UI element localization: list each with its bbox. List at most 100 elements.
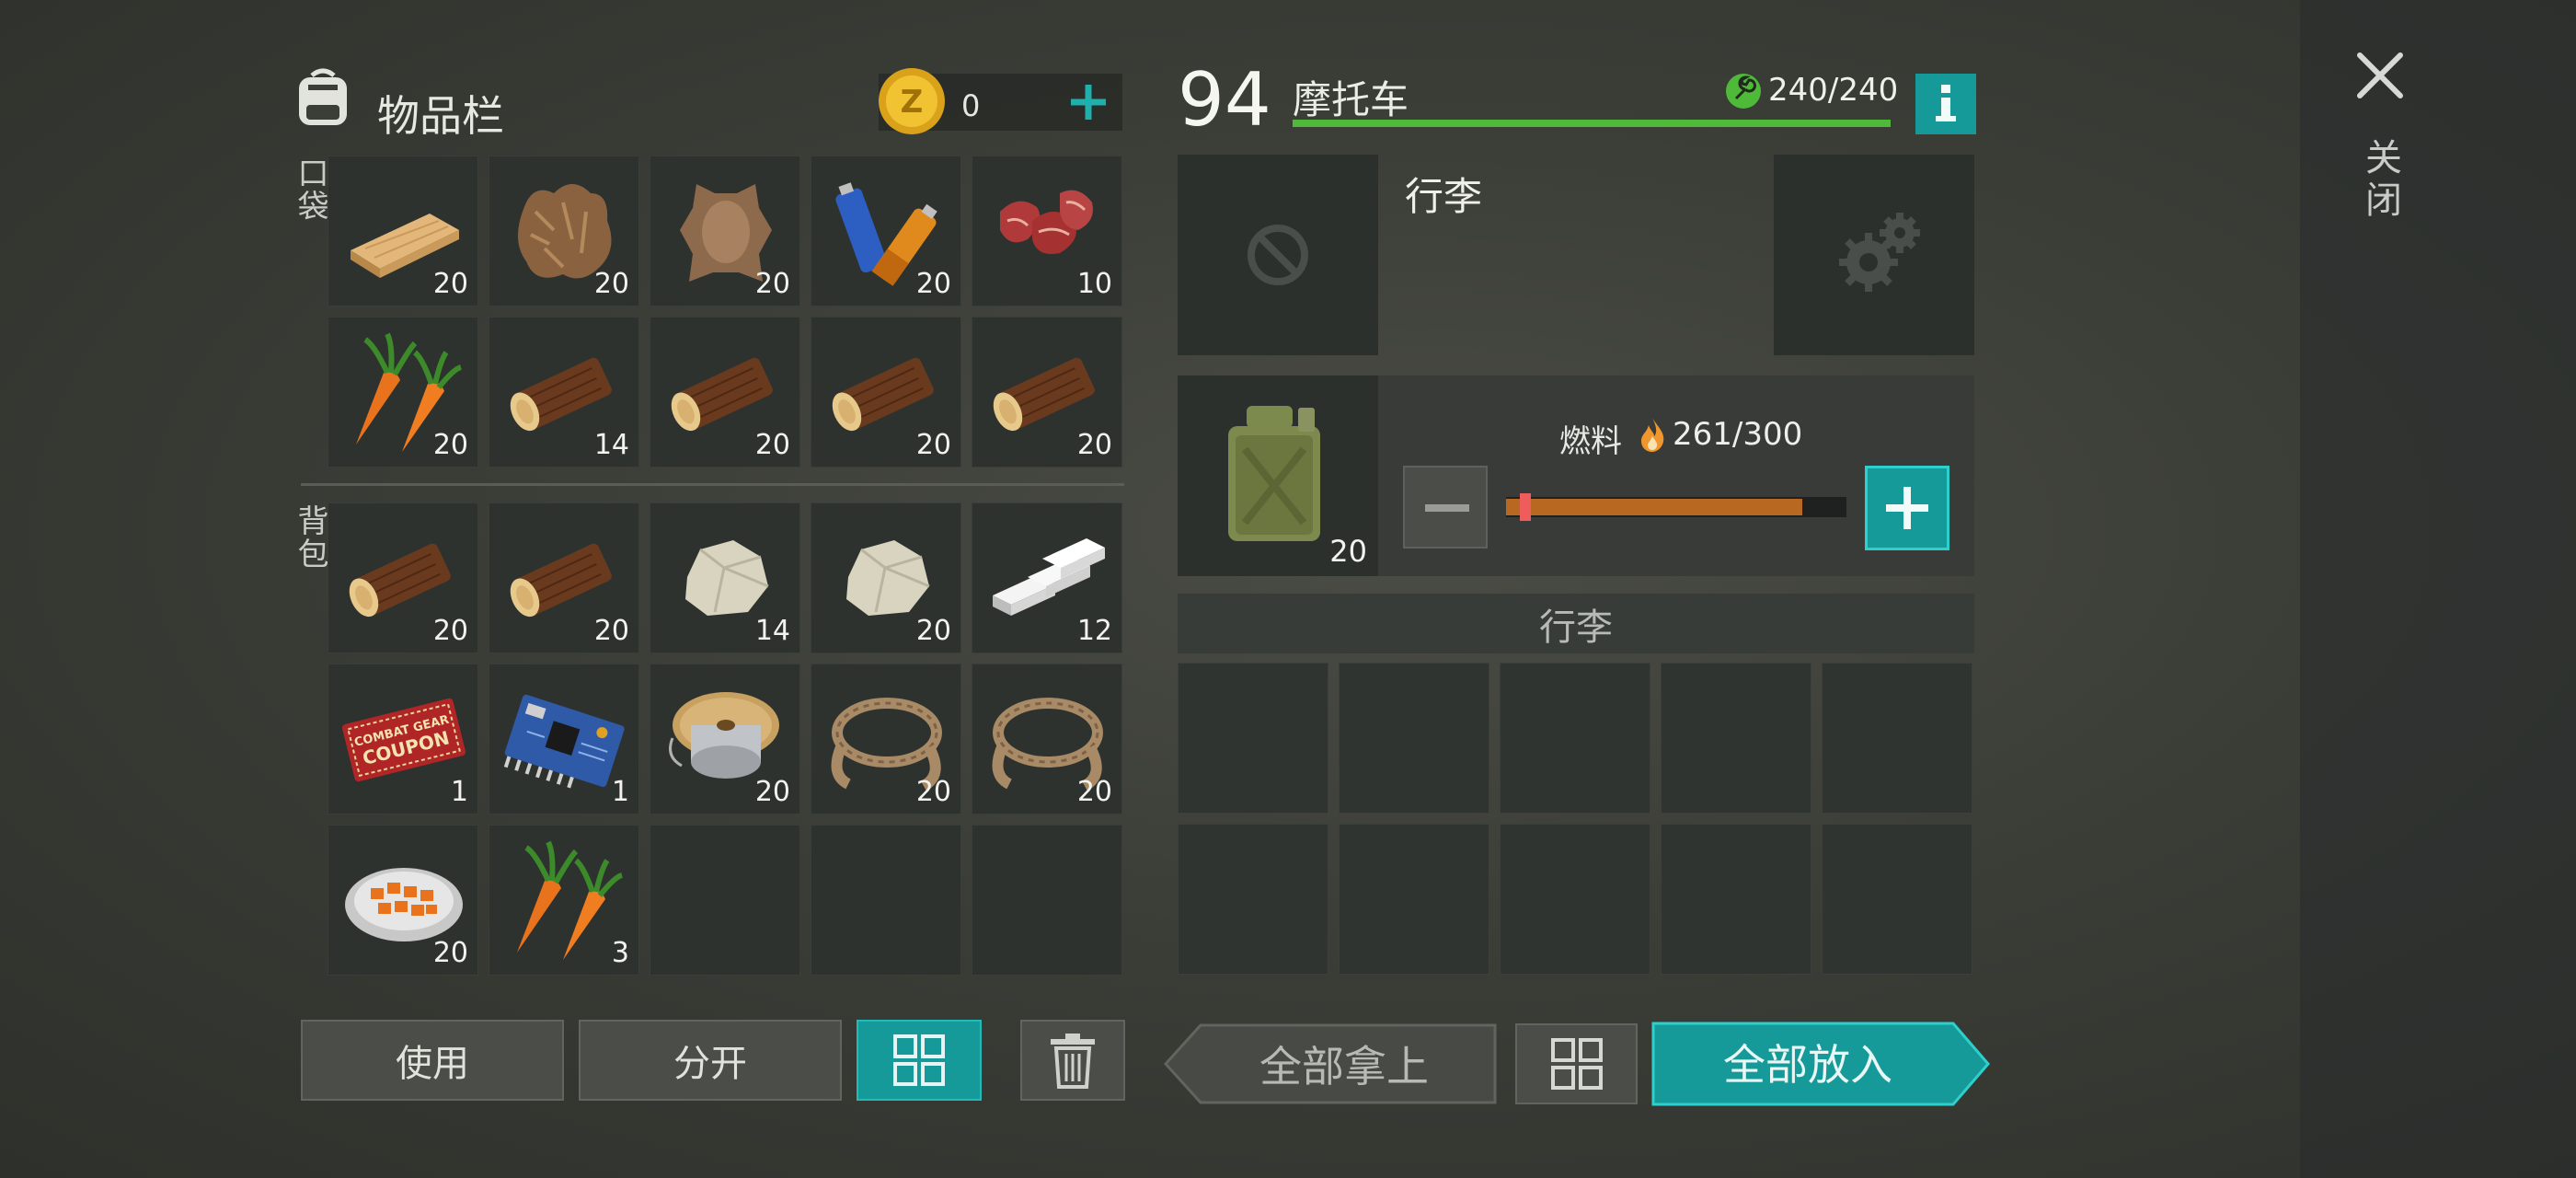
cargo-slot[interactable] [1178, 824, 1328, 975]
pocket-slot[interactable]: 20 [328, 156, 478, 306]
fuel-row: 20 [1178, 375, 1974, 576]
increase-fuel-button[interactable] [1865, 466, 1949, 550]
item-quantity: 20 [432, 268, 468, 300]
backpack-slot[interactable]: 20 [328, 502, 478, 653]
item-quantity: 20 [1076, 429, 1112, 461]
item-quantity: 20 [432, 615, 468, 647]
cargo-slot[interactable] [1822, 663, 1972, 814]
right-sidebar [2300, 0, 2576, 1178]
close-label[interactable]: 关闭 [2355, 138, 2407, 223]
vehicle-parts-slot[interactable] [1774, 155, 1974, 355]
backpack-slot[interactable]: 20 [489, 502, 639, 653]
info-icon [1936, 85, 1956, 121]
pocket-slot[interactable]: 20 [489, 156, 639, 306]
cargo-slot[interactable] [1661, 824, 1811, 975]
minus-icon [1425, 504, 1469, 512]
item-quantity: 1 [450, 776, 468, 808]
fuel-label: 燃料 [1559, 423, 1622, 460]
plus-icon [1886, 487, 1928, 529]
item-quantity: 3 [611, 937, 629, 969]
backpack-slot[interactable]: 14 [650, 502, 800, 653]
pocket-label: 口袋 [292, 156, 328, 223]
cargo-slot[interactable] [1339, 824, 1489, 975]
cargo-slot[interactable] [1178, 663, 1328, 814]
cargo-slot[interactable] [1339, 663, 1489, 814]
inventory-title: 物品栏 [377, 91, 504, 141]
durability-value: 240/240 [1768, 72, 1899, 109]
item-quantity: 1 [611, 776, 629, 808]
cargo-header: 行李 [1178, 594, 1974, 653]
grid-icon [893, 1034, 945, 1086]
item-quantity: 20 [915, 429, 951, 461]
item-quantity: 20 [915, 268, 951, 300]
cargo-slot[interactable] [1500, 824, 1650, 975]
add-coins-button[interactable] [1067, 81, 1110, 123]
pocket-slot[interactable]: 20 [650, 317, 800, 468]
sort-inventory-button[interactable] [857, 1020, 982, 1101]
svg-text:Z: Z [901, 84, 924, 121]
vehicle-name: 摩托车 [1293, 77, 1409, 122]
backpack-slot[interactable] [650, 825, 800, 976]
backpack-slot[interactable]: COMBAT GEAR COUPON 1 [328, 664, 478, 814]
item-quantity: 20 [1076, 776, 1112, 808]
sort-cargo-button[interactable] [1515, 1023, 1638, 1104]
item-quantity: 20 [915, 776, 951, 808]
put-all-label: 全部放入 [1723, 1040, 1892, 1090]
item-quantity: 14 [593, 429, 629, 461]
trash-icon [1051, 1034, 1095, 1089]
pocket-slot[interactable]: 20 [972, 317, 1122, 468]
backpack-slot[interactable]: 20 [650, 664, 800, 814]
fuel-can-slot[interactable]: 20 [1178, 375, 1378, 576]
put-all-button[interactable]: 全部放入 [1651, 1022, 1992, 1106]
grid-icon [1550, 1038, 1603, 1090]
vehicle-level: 94 [1178, 57, 1271, 143]
item-quantity: 20 [593, 268, 629, 300]
decrease-fuel-button[interactable] [1403, 466, 1488, 549]
pocket-slot[interactable]: 14 [489, 317, 639, 468]
cargo-slot[interactable] [1661, 663, 1811, 814]
close-icon[interactable] [2351, 46, 2409, 105]
pocket-slot[interactable]: 20 [328, 317, 478, 468]
inventory-header: 物品栏 Z 0 [290, 64, 1127, 147]
backpack-slot[interactable]: 20 [328, 825, 478, 976]
pocket-slot[interactable]: 20 [811, 156, 961, 306]
backpack-slot[interactable]: 1 [489, 664, 639, 814]
backpack-slot[interactable]: 20 [811, 664, 961, 814]
item-quantity: 14 [754, 615, 790, 647]
item-quantity: 12 [1076, 615, 1112, 647]
backpack-icon [299, 68, 347, 125]
durability-bar [1293, 120, 1891, 127]
coin-balance: Z 0 [879, 68, 1122, 134]
pocket-slot[interactable]: 20 [811, 317, 961, 468]
split-button[interactable]: 分开 [579, 1020, 842, 1101]
item-quantity: 20 [915, 615, 951, 647]
coin-count: 0 [961, 88, 981, 123]
item-quantity: 20 [754, 429, 790, 461]
storage-title: 行李 [1405, 174, 1483, 219]
backpack-slot[interactable]: 20 [811, 502, 961, 653]
wrench-icon [1726, 74, 1761, 109]
fuel-slider-handle[interactable] [1520, 493, 1531, 521]
backpack-slot[interactable]: 20 [972, 664, 1122, 814]
fuel-can-qty: 20 [1329, 534, 1367, 569]
take-all-button[interactable]: 全部拿上 [1164, 1023, 1497, 1104]
backpack-slot[interactable] [972, 825, 1122, 976]
pocket-slot[interactable]: 10 [972, 156, 1122, 306]
backpack-slot[interactable] [811, 825, 961, 976]
storage-preview-slot[interactable] [1178, 155, 1378, 355]
trash-button[interactable] [1020, 1020, 1125, 1101]
use-button[interactable]: 使用 [301, 1020, 564, 1101]
pocket-slot[interactable]: 20 [650, 156, 800, 306]
item-quantity: 20 [432, 937, 468, 969]
cargo-slot[interactable] [1500, 663, 1650, 814]
item-quantity: 20 [754, 776, 790, 808]
no-entry-icon [1248, 225, 1308, 285]
item-quantity: 20 [754, 268, 790, 300]
info-button[interactable] [1915, 74, 1976, 134]
coin-icon: Z [879, 68, 945, 134]
item-quantity: 10 [1076, 268, 1112, 300]
cargo-slot[interactable] [1822, 824, 1972, 975]
backpack-slot[interactable]: 12 [972, 502, 1122, 653]
backpack-label: 背包 [292, 504, 328, 571]
backpack-slot[interactable]: 3 [489, 825, 639, 976]
